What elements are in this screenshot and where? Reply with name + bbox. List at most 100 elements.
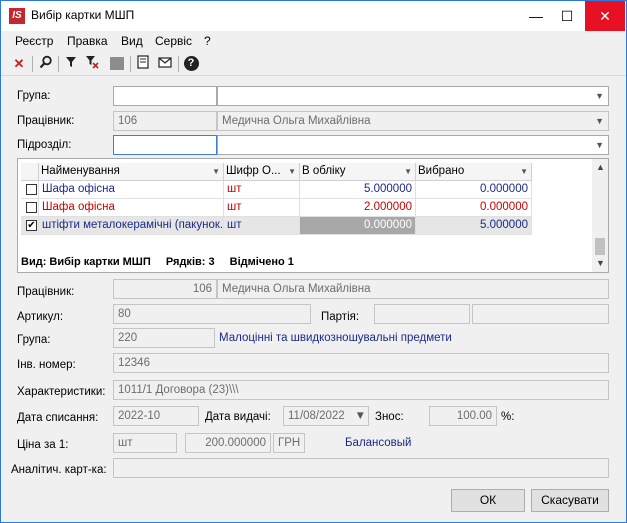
- employee-code-field: 106: [113, 279, 217, 299]
- menu-help[interactable]: ?: [204, 34, 211, 48]
- chevron-down-icon[interactable]: ▼: [520, 163, 528, 180]
- menu-service[interactable]: Сервіс: [155, 34, 192, 48]
- minimize-button[interactable]: —: [521, 1, 551, 31]
- maximize-button[interactable]: ☐: [552, 1, 582, 31]
- cell-code: шт: [224, 217, 300, 235]
- chevron-down-icon[interactable]: ▼: [212, 163, 220, 180]
- batch-field: [374, 304, 470, 324]
- employee-filter-dropdown: Медична Ольга Михайлівна ▼: [217, 111, 609, 131]
- wear-field: 100.00: [429, 406, 497, 426]
- help-icon[interactable]: ?: [182, 55, 200, 73]
- delete-icon[interactable]: ✕: [10, 55, 28, 73]
- wear-unit: %:: [501, 411, 515, 423]
- analytic-card-field: [113, 458, 609, 478]
- window-title: Вибір картки МШП: [31, 8, 135, 22]
- writeoff-date-label: Дата списання:: [17, 412, 99, 424]
- group-name: Малоцінні та швидкозношувальні предмети: [219, 332, 452, 344]
- toolbar: ✕ ?: [1, 53, 626, 76]
- group-label: Група:: [17, 90, 51, 102]
- row-checkbox[interactable]: [26, 184, 37, 195]
- department-label: Підрозділ:: [17, 139, 72, 151]
- app-logo-icon: IS: [9, 8, 25, 24]
- price-unit-field: шт: [113, 433, 177, 453]
- cell-selected: 0.000000: [416, 199, 532, 217]
- department-dropdown[interactable]: ▼: [217, 135, 609, 155]
- search-icon[interactable]: [37, 55, 55, 73]
- column-header-code-label: Шифр О...: [226, 165, 281, 177]
- document-icon[interactable]: [134, 55, 152, 73]
- characteristics-field: 1011/1 Договора (23)\\\: [113, 380, 609, 400]
- issue-date-field: 11/08/2022 ▼: [283, 406, 369, 426]
- characteristics-label: Характеристики:: [17, 386, 106, 398]
- cell-in-account: 0.000000: [300, 217, 416, 235]
- column-header-name-label: Найменування: [41, 165, 120, 177]
- analytic-card-label: Аналітич. карт-ка:: [11, 464, 107, 476]
- cell-in-account: 5.000000: [300, 181, 416, 199]
- wear-label: Знос:: [375, 411, 404, 423]
- row-checkbox-cell: [21, 181, 39, 199]
- chevron-down-icon[interactable]: ▼: [288, 163, 296, 180]
- issue-date-value: 11/08/2022: [288, 410, 345, 422]
- chevron-down-icon[interactable]: ▼: [404, 163, 412, 180]
- cell-name: штіфти металокерамічні (пакунок...: [39, 217, 224, 235]
- status-marked: Відмічено 1: [229, 256, 294, 268]
- group-code-field[interactable]: [113, 86, 217, 106]
- menu-edit[interactable]: Правка: [67, 34, 108, 48]
- filter-icon[interactable]: [62, 55, 80, 73]
- scroll-up-icon[interactable]: ▲: [596, 162, 605, 172]
- grid-status-bar: Вид: Вибір картки МШП Рядків: 3 Відмічен…: [21, 256, 294, 268]
- employee-label: Працівник:: [17, 286, 75, 298]
- mail-icon[interactable]: [156, 55, 174, 73]
- menu-bar: Реєстр Правка Вид Сервіс ?: [1, 32, 626, 52]
- article-label: Артикул:: [17, 311, 64, 323]
- toolbar-separator: [130, 56, 131, 72]
- column-header-name[interactable]: Найменування ▼: [39, 163, 224, 181]
- department-code-field[interactable]: [113, 135, 217, 155]
- grid-scrollbar[interactable]: ▲ ▼: [592, 159, 608, 272]
- cards-grid: Найменування ▼ Шифр О... ▼ В обліку ▼ Вибра…: [17, 158, 609, 273]
- row-checkbox[interactable]: [26, 202, 37, 213]
- cell-code: шт: [224, 199, 300, 217]
- column-header-in-account-label: В обліку: [302, 165, 346, 177]
- status-rows: Рядків: 3: [165, 256, 215, 268]
- cell-in-account: 2.000000: [300, 199, 416, 217]
- calendar-dropdown-icon: ▼: [354, 410, 366, 422]
- employee-name-field: Медична Ольга Михайлівна: [217, 279, 609, 299]
- price-value-field: 200.000000: [185, 433, 271, 453]
- employee-filter-name: Медична Ольга Михайлівна: [222, 115, 371, 127]
- batch-field-2: [472, 304, 609, 324]
- clear-filter-icon[interactable]: [83, 55, 101, 73]
- status-view: Вид: Вибір картки МШП: [21, 256, 151, 268]
- cell-name: Шафа офісна: [39, 181, 224, 199]
- group-code-detail-field: 220: [113, 328, 215, 348]
- issue-date-label: Дата видачі:: [205, 411, 271, 423]
- employee-filter-label: Працівник:: [17, 115, 75, 127]
- menu-view[interactable]: Вид: [121, 34, 143, 48]
- column-header-code[interactable]: Шифр О... ▼: [224, 163, 300, 181]
- toolbar-separator: [32, 56, 33, 72]
- close-button[interactable]: ✕: [585, 1, 625, 31]
- cell-code: шт: [224, 181, 300, 199]
- row-checkbox-cell: ✔: [21, 217, 39, 235]
- toolbar-separator: [58, 56, 59, 72]
- row-checkbox-checked[interactable]: ✔: [26, 220, 37, 231]
- menu-registry[interactable]: Реєстр: [15, 34, 53, 48]
- group-dropdown[interactable]: ▼: [217, 86, 609, 106]
- writeoff-date-field: 2022-10: [113, 406, 199, 426]
- ok-button[interactable]: ОК: [451, 489, 525, 512]
- chevron-down-icon: ▼: [595, 116, 604, 126]
- article-field: 80: [113, 304, 311, 324]
- toolbar-separator: [178, 56, 179, 72]
- title-bar: IS Вибір картки МШП — ☐ ✕: [1, 1, 626, 31]
- column-header-in-account[interactable]: В обліку ▼: [300, 163, 416, 181]
- chevron-down-icon[interactable]: ▼: [595, 136, 604, 154]
- chevron-down-icon[interactable]: ▼: [595, 87, 604, 105]
- cancel-button[interactable]: Скасувати: [531, 489, 609, 512]
- scrollbar-thumb[interactable]: [595, 238, 605, 255]
- group-detail-label: Група:: [17, 334, 51, 346]
- inv-number-field: 12346: [113, 353, 609, 373]
- batch-label: Партія:: [321, 311, 360, 323]
- column-header-selected[interactable]: Вибрано ▼: [416, 163, 532, 181]
- cell-selected: 5.000000: [416, 217, 532, 235]
- scroll-down-icon[interactable]: ▼: [596, 258, 605, 268]
